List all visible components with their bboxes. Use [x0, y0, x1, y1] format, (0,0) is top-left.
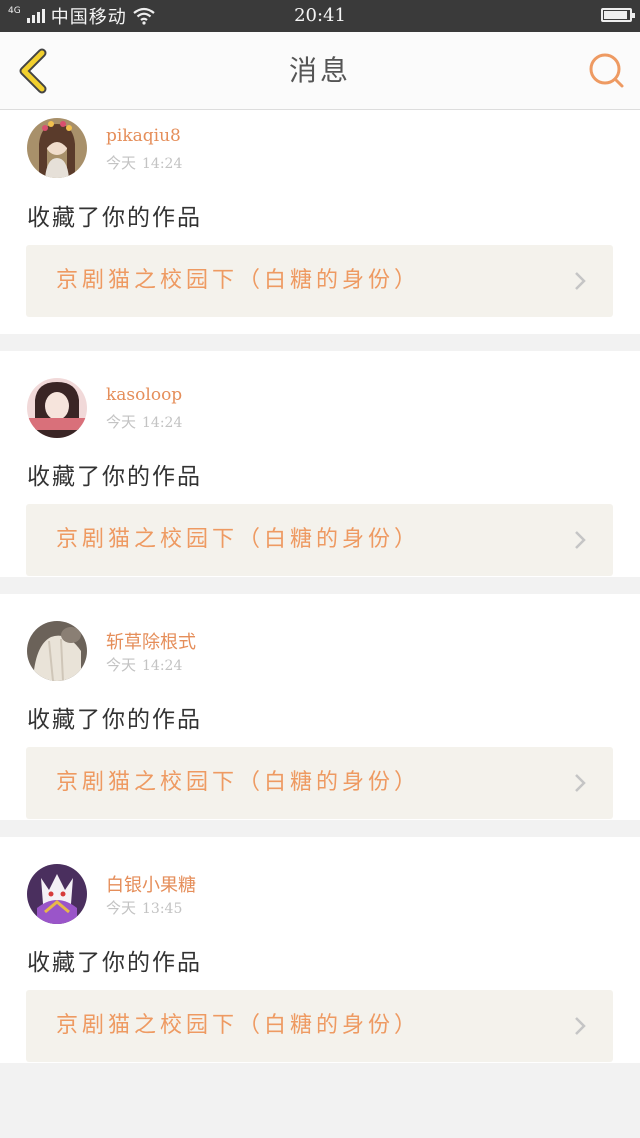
work-link[interactable]: 京剧猫之校园下（白糖的身份） — [26, 504, 613, 576]
timestamp-time: 13:45 — [142, 901, 183, 917]
divider — [0, 820, 640, 837]
header: 消息 — [0, 32, 640, 110]
avatar[interactable] — [27, 118, 87, 178]
search-icon[interactable] — [586, 50, 626, 90]
timestamp-time: 14:24 — [142, 156, 183, 172]
timestamp-day: 今天 — [106, 413, 137, 431]
timestamp-day: 今天 — [106, 154, 137, 172]
message-action: 收藏了你的作品 — [27, 205, 202, 231]
message-item: kasoloop 今天 14:24 收藏了你的作品 京剧猫之校园下（白糖的身份） — [0, 351, 640, 577]
status-bar: 4G 中国移动 20:41 — [0, 0, 640, 32]
avatar[interactable] — [27, 378, 87, 438]
username[interactable]: pikaqiu8 — [106, 126, 181, 146]
message-action: 收藏了你的作品 — [27, 464, 202, 490]
status-time: 20:41 — [294, 5, 346, 26]
message-item: pikaqiu8 今天 14:24 收藏了你的作品 京剧猫之校园下（白糖的身份） — [0, 110, 640, 334]
work-title: 京剧猫之校园下（白糖的身份） — [56, 527, 421, 552]
timestamp-time: 14:24 — [142, 415, 183, 431]
work-title: 京剧猫之校园下（白糖的身份） — [56, 770, 421, 795]
work-link[interactable]: 京剧猫之校园下（白糖的身份） — [26, 747, 613, 819]
timestamp-day: 今天 — [106, 899, 137, 917]
battery-fill — [604, 11, 627, 19]
timestamp-day: 今天 — [106, 656, 137, 674]
timestamp: 今天 14:24 — [106, 654, 182, 675]
message-action: 收藏了你的作品 — [27, 950, 202, 976]
avatar[interactable] — [27, 864, 87, 924]
page-title: 消息 — [288, 54, 351, 87]
chevron-right-icon — [575, 531, 586, 549]
timestamp: 今天 14:24 — [106, 411, 182, 432]
chevron-right-icon — [575, 774, 586, 792]
battery-icon — [601, 8, 635, 22]
work-link[interactable]: 京剧猫之校园下（白糖的身份） — [26, 990, 613, 1062]
work-title: 京剧猫之校园下（白糖的身份） — [56, 1013, 421, 1038]
avatar[interactable] — [27, 621, 87, 681]
work-title: 京剧猫之校园下（白糖的身份） — [56, 268, 421, 293]
message-list: pikaqiu8 今天 14:24 收藏了你的作品 京剧猫之校园下（白糖的身份） … — [0, 110, 640, 1063]
timestamp: 今天 14:24 — [106, 152, 182, 173]
divider — [0, 334, 640, 351]
chevron-right-icon — [575, 1017, 586, 1035]
username[interactable]: 斩草除根式 — [106, 628, 196, 654]
message-item: 白银小果糖 今天 13:45 收藏了你的作品 京剧猫之校园下（白糖的身份） — [0, 837, 640, 1063]
work-link[interactable]: 京剧猫之校园下（白糖的身份） — [26, 245, 613, 317]
timestamp: 今天 13:45 — [106, 897, 182, 918]
message-action: 收藏了你的作品 — [27, 707, 202, 733]
username[interactable]: 白银小果糖 — [106, 871, 196, 897]
timestamp-time: 14:24 — [142, 658, 183, 674]
message-item: 斩草除根式 今天 14:24 收藏了你的作品 京剧猫之校园下（白糖的身份） — [0, 594, 640, 820]
username[interactable]: kasoloop — [106, 385, 182, 405]
chevron-right-icon — [575, 272, 586, 290]
divider — [0, 577, 640, 594]
